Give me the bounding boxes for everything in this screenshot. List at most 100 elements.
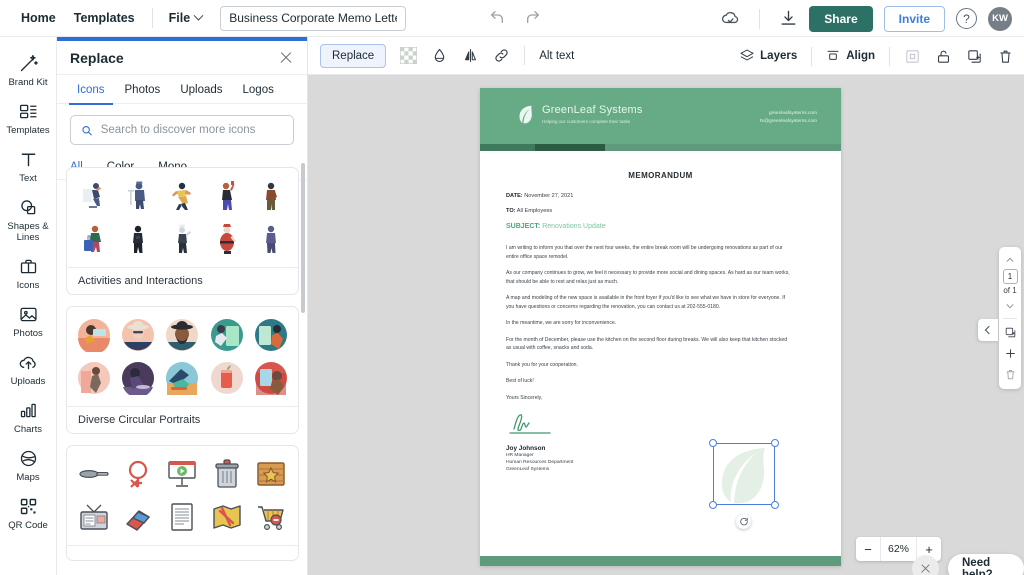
need-help-pill[interactable]: Need help? — [948, 554, 1024, 575]
document-title-input[interactable] — [220, 5, 407, 31]
icon-result[interactable] — [74, 316, 113, 354]
lock-icon[interactable] — [935, 48, 952, 65]
tab-uploads[interactable]: Uploads — [170, 75, 232, 104]
icon-result[interactable] — [252, 359, 291, 397]
templates-icon — [19, 104, 36, 119]
icon-result[interactable] — [207, 498, 246, 536]
replace-button[interactable]: Replace — [320, 43, 387, 68]
icon-result[interactable] — [74, 177, 113, 215]
document-header-band: GreenLeaf Systems Helping our customers … — [480, 88, 841, 144]
search-input[interactable] — [100, 124, 283, 136]
transparency-icon[interactable] — [400, 47, 418, 64]
selected-leaf-object[interactable] — [709, 439, 779, 529]
file-menu[interactable]: File — [161, 6, 211, 30]
resize-handle-top-left[interactable] — [709, 439, 717, 447]
flip-icon[interactable] — [462, 47, 479, 64]
icon-result[interactable] — [252, 316, 291, 354]
sidebar-item-photos[interactable]: Photos — [0, 298, 57, 346]
sidebar-item-shapes-lines[interactable]: Shapes & Lines — [0, 191, 57, 250]
icon-result[interactable] — [163, 177, 202, 215]
left-rail: Brand Kit Templates Text Shapes & Lines — [0, 37, 57, 575]
avatar[interactable]: KW — [988, 6, 1012, 31]
icon-result[interactable] — [118, 177, 157, 215]
icon-result[interactable] — [74, 498, 113, 536]
icon-result[interactable] — [163, 455, 202, 493]
alt-text-button[interactable]: Alt text — [539, 50, 574, 62]
icon-results[interactable]: Activities and Interactions Diverse Circ… — [57, 159, 308, 575]
icon-result[interactable] — [207, 177, 246, 215]
icon-result[interactable] — [118, 498, 157, 536]
crop-icon[interactable] — [904, 48, 921, 65]
color-drop-icon[interactable] — [431, 47, 448, 64]
tab-icons[interactable]: Icons — [67, 75, 115, 105]
rotate-handle[interactable] — [736, 514, 751, 529]
page-number[interactable]: 1 — [1002, 269, 1018, 284]
icon-result[interactable] — [252, 498, 291, 536]
sidebar-item-templates[interactable]: Templates — [0, 95, 57, 143]
close-icon[interactable] — [278, 50, 294, 66]
tab-photos[interactable]: Photos — [115, 75, 171, 104]
footer-bar-1 — [480, 556, 527, 566]
icon-result[interactable] — [207, 359, 246, 397]
redo-icon[interactable] — [525, 9, 541, 25]
icon-result[interactable] — [207, 455, 246, 493]
share-button[interactable]: Share — [809, 5, 873, 32]
icon-result[interactable] — [118, 220, 157, 258]
undo-icon[interactable] — [489, 9, 505, 25]
icon-result[interactable] — [163, 359, 202, 397]
icon-result[interactable] — [118, 359, 157, 397]
icon-result[interactable] — [118, 455, 157, 493]
icon-result[interactable] — [252, 220, 291, 258]
document-page[interactable]: GreenLeaf Systems Helping our customers … — [480, 88, 841, 566]
sidebar-item-uploads[interactable]: Uploads — [0, 346, 57, 394]
icon-result[interactable] — [163, 220, 202, 258]
sidebar-item-maps[interactable]: Maps — [0, 442, 57, 490]
sidebar-item-icons[interactable]: Icons — [0, 250, 57, 298]
duplicate-icon[interactable] — [966, 48, 983, 65]
icon-result[interactable] — [74, 455, 113, 493]
globe-icon — [20, 450, 36, 467]
zoom-out-button[interactable]: − — [856, 537, 880, 561]
page-up-button[interactable] — [999, 251, 1021, 269]
icon-result[interactable] — [207, 316, 246, 354]
link-icon[interactable] — [493, 47, 510, 64]
icon-result[interactable] — [252, 177, 291, 215]
close-help-button[interactable] — [912, 555, 939, 575]
icon-result[interactable] — [118, 316, 157, 354]
resize-handle-bottom-right[interactable] — [771, 501, 779, 509]
zoom-value[interactable]: 62% — [880, 537, 918, 561]
icon-result[interactable] — [207, 220, 246, 258]
invite-button[interactable]: Invite — [883, 5, 945, 32]
search-box[interactable] — [70, 115, 294, 145]
sidebar-item-charts[interactable]: Charts — [0, 394, 57, 442]
nav-templates[interactable]: Templates — [65, 6, 144, 30]
page-down-button[interactable] — [999, 297, 1021, 315]
align-label: Align — [846, 50, 875, 62]
tab-logos[interactable]: Logos — [233, 75, 284, 104]
delete-page-button[interactable] — [999, 364, 1021, 385]
upload-cloud-icon — [19, 356, 36, 370]
add-page-button[interactable] — [999, 343, 1021, 364]
sidebar-item-qr-code[interactable]: QR Code — [0, 490, 57, 538]
icon-result[interactable] — [74, 359, 113, 397]
canvas-area[interactable]: GreenLeaf Systems Helping our customers … — [308, 75, 1024, 575]
icon-result[interactable] — [163, 316, 202, 354]
cloud-check-icon[interactable] — [721, 9, 740, 28]
layers-button[interactable]: Layers — [739, 48, 797, 64]
resize-handle-bottom-left[interactable] — [709, 501, 717, 509]
icon-result[interactable] — [163, 498, 202, 536]
help-icon[interactable]: ? — [956, 8, 977, 29]
sidebar-item-brand-kit[interactable]: Brand Kit — [0, 47, 57, 95]
text-icon — [21, 153, 35, 167]
duplicate-page-button[interactable] — [999, 322, 1021, 343]
align-button[interactable]: Align — [825, 48, 875, 64]
collapse-panel-button[interactable] — [978, 319, 998, 341]
icon-result[interactable] — [252, 455, 291, 493]
download-icon[interactable] — [779, 9, 798, 28]
resize-handle-top-right[interactable] — [771, 439, 779, 447]
icon-result[interactable] — [74, 220, 113, 258]
nav-home[interactable]: Home — [12, 6, 65, 30]
trash-icon[interactable] — [997, 48, 1014, 65]
sidebar-item-text[interactable]: Text — [0, 143, 57, 191]
panel-scrollbar[interactable] — [301, 163, 305, 313]
